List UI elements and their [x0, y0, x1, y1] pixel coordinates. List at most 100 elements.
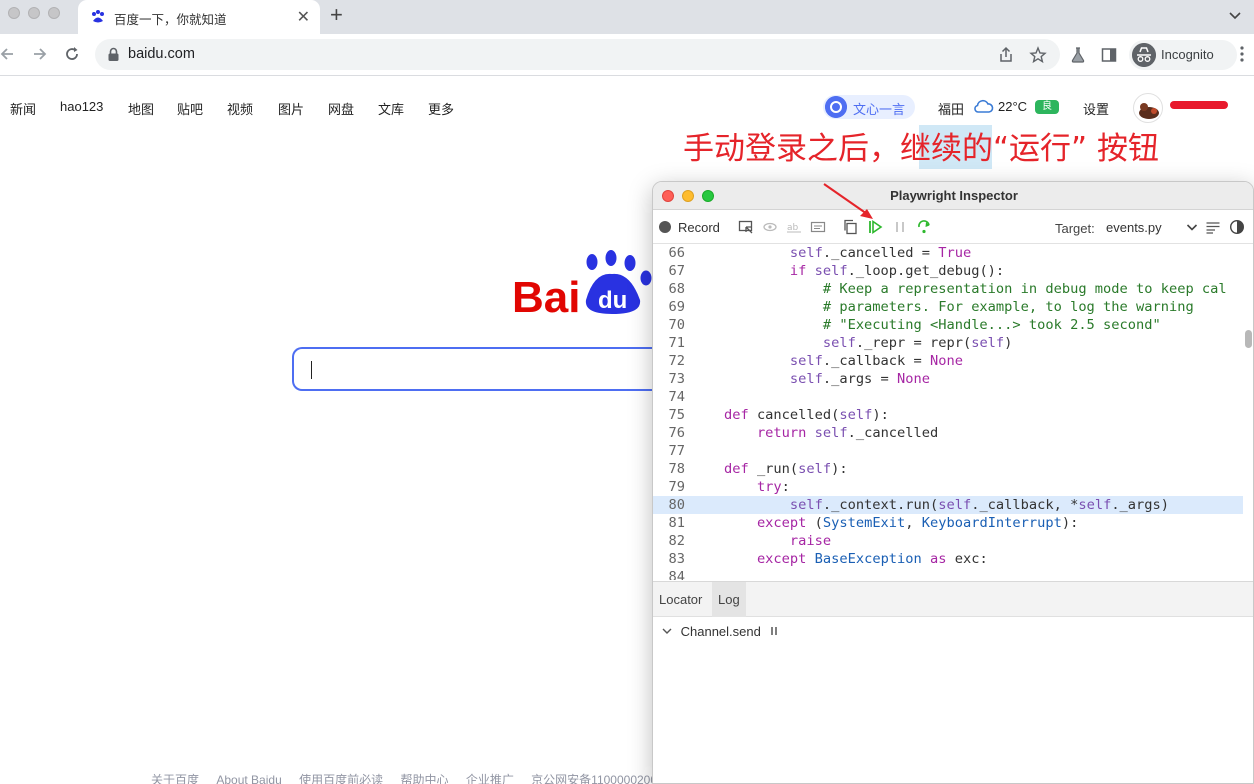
- code-text: # "Executing <Handle...> took 2.5 second…: [822, 317, 1161, 333]
- settings-link[interactable]: 设置: [1083, 99, 1109, 118]
- code-text: # parameters. For example, to log the wa…: [822, 299, 1194, 315]
- wenxin-icon: [825, 96, 847, 118]
- lock-icon[interactable]: [107, 47, 120, 62]
- line-number[interactable]: 77: [653, 442, 685, 460]
- tab-search-chevron-icon[interactable]: [1228, 8, 1242, 22]
- line-number[interactable]: 81: [653, 514, 685, 532]
- address-bar[interactable]: baidu.com: [95, 39, 1060, 70]
- footer-link-help[interactable]: 帮助中心: [400, 773, 448, 784]
- code-text: def _run(self):: [723, 461, 848, 477]
- line-number[interactable]: 66: [653, 244, 685, 262]
- line-number[interactable]: 69: [653, 298, 685, 316]
- assert-text-icon[interactable]: ab: [786, 219, 802, 235]
- line-number[interactable]: 82: [653, 532, 685, 550]
- svg-text:Bai: Bai: [512, 273, 580, 318]
- url-text[interactable]: baidu.com: [128, 46, 195, 62]
- line-number[interactable]: 70: [653, 316, 685, 334]
- back-arrow-icon[interactable]: [0, 44, 18, 64]
- code-line: 83 except BaseException as exc:: [653, 550, 1243, 568]
- record-button[interactable]: Record: [678, 220, 720, 235]
- code-text: def cancelled(self):: [723, 407, 889, 423]
- tab-close-icon[interactable]: ✕: [297, 7, 310, 27]
- nav-link-more[interactable]: 更多: [428, 99, 454, 118]
- assert-visibility-icon[interactable]: [762, 219, 778, 235]
- nav-link-tieba[interactable]: 贴吧: [177, 99, 203, 118]
- code-text: self._repr = repr(self): [822, 335, 1013, 351]
- air-quality-badge: 良: [1035, 100, 1059, 114]
- line-number[interactable]: 71: [653, 334, 685, 352]
- code-line: 78 def _run(self):: [653, 460, 1243, 478]
- log-entry[interactable]: Channel.send: [661, 624, 780, 639]
- forward-arrow-icon[interactable]: [30, 44, 50, 64]
- code-line: 79 try:: [653, 478, 1243, 496]
- wenxin-yiyan-button[interactable]: 文心一言: [823, 95, 915, 119]
- baidu-paw-icon: [92, 10, 104, 23]
- cloud-icon: [974, 99, 994, 113]
- target-chevron-down-icon[interactable]: [1184, 219, 1200, 235]
- tab-title: 百度一下，你就知道: [114, 13, 227, 27]
- line-number[interactable]: 79: [653, 478, 685, 496]
- code-line: 67 if self._loop.get_debug():: [653, 262, 1243, 280]
- theme-toggle-icon[interactable]: [1229, 219, 1245, 235]
- code-line: 72 self._callback = None: [653, 352, 1243, 370]
- paused-icon: [771, 627, 778, 635]
- tab-locator[interactable]: Locator: [653, 582, 708, 617]
- code-text: # Keep a representation in debug mode to…: [822, 281, 1227, 297]
- pause-icon[interactable]: [892, 219, 908, 235]
- expand-chevron-icon[interactable]: [661, 625, 673, 637]
- nav-link-hao123[interactable]: hao123: [60, 99, 103, 114]
- incognito-profile-button[interactable]: Incognito: [1129, 40, 1237, 70]
- pick-locator-icon[interactable]: [738, 219, 754, 235]
- window-close-button[interactable]: [8, 7, 20, 19]
- target-select[interactable]: events.py: [1106, 220, 1162, 235]
- vertical-scrollbar[interactable]: [1245, 330, 1252, 348]
- line-number[interactable]: 72: [653, 352, 685, 370]
- wrap-lines-icon[interactable]: [1205, 219, 1221, 235]
- side-panel-icon[interactable]: [1100, 46, 1118, 64]
- code-text: self._callback = None: [789, 353, 963, 369]
- record-icon[interactable]: [659, 221, 671, 233]
- line-number[interactable]: 75: [653, 406, 685, 424]
- line-number[interactable]: 73: [653, 370, 685, 388]
- footer-link-business[interactable]: 企业推广: [466, 773, 514, 784]
- bookmark-star-icon[interactable]: [1029, 46, 1047, 64]
- nav-link-video[interactable]: 视频: [227, 99, 253, 118]
- search-input[interactable]: [292, 347, 672, 391]
- code-line: 71 self._repr = repr(self): [653, 334, 1243, 352]
- line-number[interactable]: 83: [653, 550, 685, 568]
- footer-link-about-cn[interactable]: 关于百度: [151, 773, 199, 784]
- code-text: self._args = None: [789, 371, 930, 387]
- code-line: 82 raise: [653, 532, 1243, 550]
- step-over-icon[interactable]: [916, 219, 932, 235]
- share-icon[interactable]: [997, 46, 1015, 64]
- line-number[interactable]: 68: [653, 280, 685, 298]
- nav-link-wenku[interactable]: 文库: [378, 99, 404, 118]
- code-line: 81 except (SystemExit, KeyboardInterrupt…: [653, 514, 1243, 532]
- text-caret: [311, 361, 312, 379]
- line-number[interactable]: 84: [653, 568, 685, 580]
- reload-icon[interactable]: [62, 44, 82, 64]
- user-avatar[interactable]: [1133, 93, 1163, 123]
- line-number[interactable]: 80: [653, 496, 685, 514]
- line-number[interactable]: 78: [653, 460, 685, 478]
- line-number[interactable]: 76: [653, 424, 685, 442]
- code-text: try:: [756, 479, 790, 495]
- more-menu-icon[interactable]: [1240, 45, 1244, 63]
- window-zoom-button[interactable]: [48, 7, 60, 19]
- line-number[interactable]: 74: [653, 388, 685, 406]
- nav-link-map[interactable]: 地图: [128, 99, 154, 118]
- nav-link-netdisk[interactable]: 网盘: [328, 99, 354, 118]
- tab-log[interactable]: Log: [712, 582, 746, 617]
- footer-link-about-en[interactable]: About Baidu: [216, 773, 281, 784]
- new-tab-button[interactable]: +: [330, 2, 343, 28]
- footer-link-terms[interactable]: 使用百度前必读: [299, 773, 383, 784]
- nav-link-news[interactable]: 新闻: [10, 99, 36, 118]
- nav-link-images[interactable]: 图片: [278, 99, 304, 118]
- code-text: return self._cancelled: [756, 425, 939, 441]
- line-number[interactable]: 67: [653, 262, 685, 280]
- window-minimize-button[interactable]: [28, 7, 40, 19]
- browser-tab[interactable]: 百度一下，你就知道 ✕: [78, 0, 320, 34]
- weather-city[interactable]: 福田: [938, 99, 964, 118]
- labs-flask-icon[interactable]: [1069, 46, 1087, 64]
- source-code-viewer[interactable]: 66 self._cancelled = True 67 if self._loo…: [653, 244, 1253, 580]
